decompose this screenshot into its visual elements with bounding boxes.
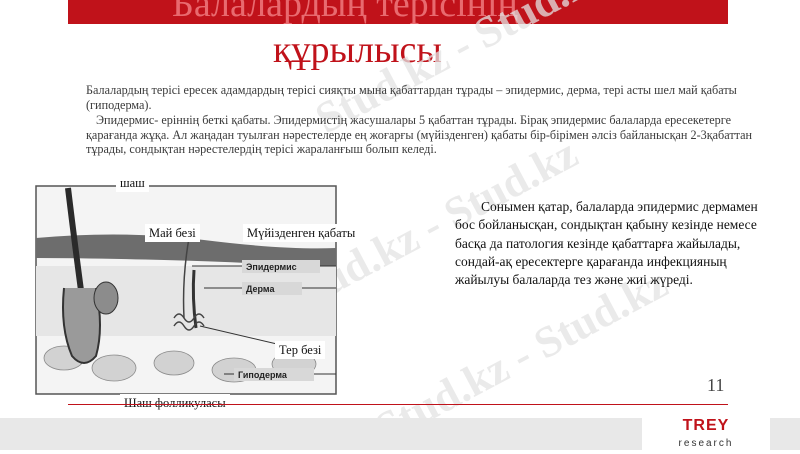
title-bar: Балалардың терісінің xyxy=(68,0,728,24)
skin-structure-diagram: Эпидермис Дерма Гиподерма xyxy=(35,185,337,395)
slide-title: құрылысы xyxy=(273,29,442,71)
hair-follicle-label: Шаш фолликуласы xyxy=(120,394,230,412)
brand-logo: TREY research xyxy=(642,418,770,450)
epidermis-paragraph: Эпидермис- еріннің беткі қабаты. Эпидерм… xyxy=(86,113,753,156)
page-number: 11 xyxy=(707,375,725,395)
right-paragraph: Сонымен қатар, балаларда эпидермис дерма… xyxy=(455,199,758,288)
stratum-corneum-label: Мүйізденген қабаты xyxy=(243,224,360,242)
sebaceous-gland-label: Май безі xyxy=(145,224,200,242)
epidermis-label: Эпидермис xyxy=(246,262,297,272)
sweat-gland-label: Тер безі xyxy=(275,341,326,359)
bottom-divider xyxy=(68,404,728,405)
brand-sub: research xyxy=(678,438,734,449)
hair-label: шаш xyxy=(116,174,149,192)
brand-name: TREY xyxy=(682,417,730,434)
hypodermis-label: Гиподерма xyxy=(238,370,288,380)
intro-paragraph: Балалардың терісі ересек адамдардың тері… xyxy=(86,83,737,112)
title-line1: Балалардың терісінің xyxy=(172,0,518,24)
dermis-label: Дерма xyxy=(246,284,275,294)
